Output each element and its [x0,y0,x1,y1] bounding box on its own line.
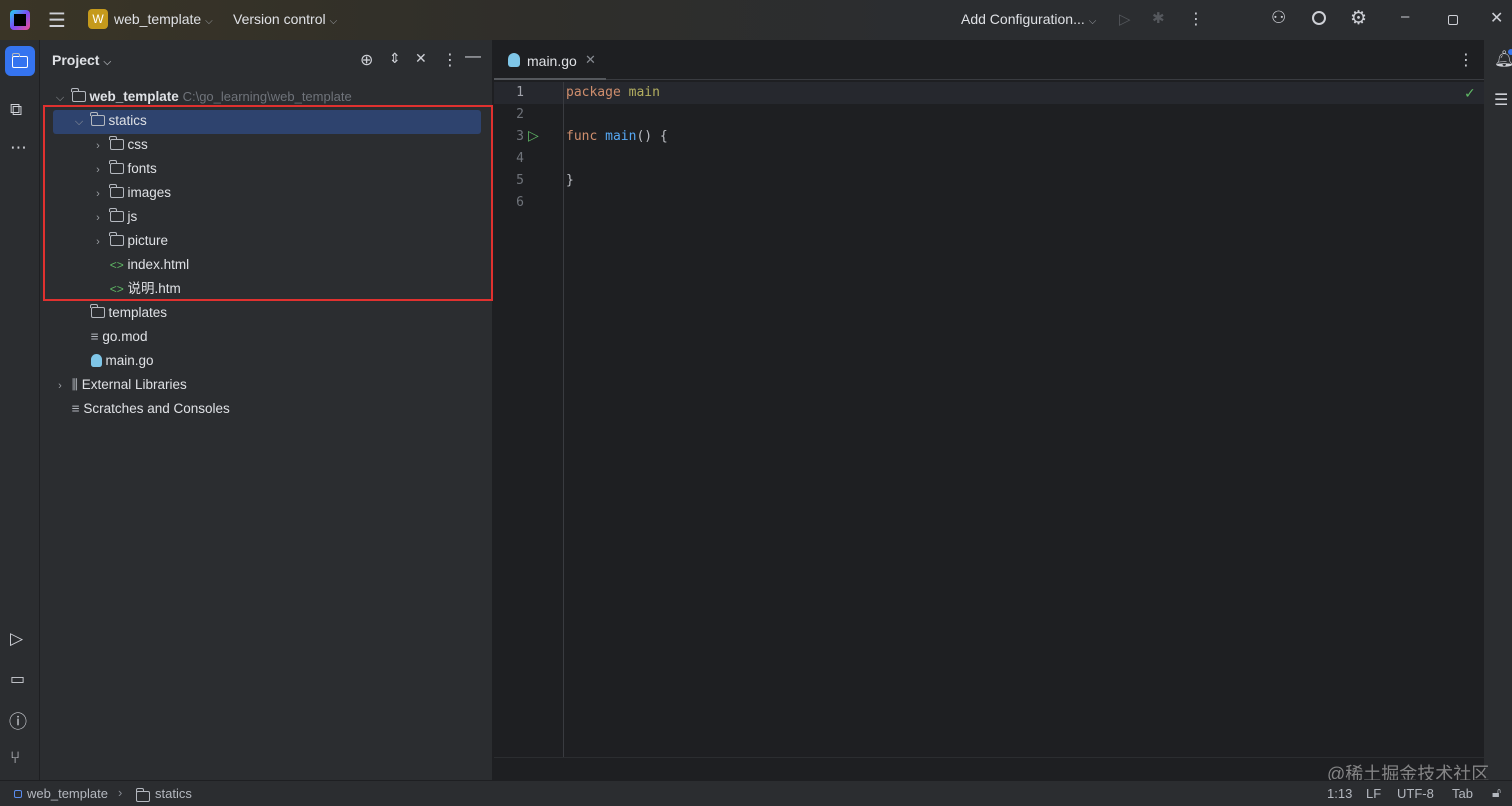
tab-main-go[interactable]: main.go ✕ [494,40,606,80]
line-number: 1 [516,85,524,100]
tool-window-strip-left: ⧉ ⋯ ▷ ▭ ⓘ ⑂ [0,40,40,780]
chevron-down-icon: ⌵ [103,57,112,68]
tree-item[interactable]: main.go [71,349,154,373]
project-tool-button[interactable] [5,46,35,76]
run-config-label: Add Configuration... [961,11,1085,27]
close-icon[interactable]: ✕ [1490,8,1503,28]
code-line-3[interactable]: func main() { [566,129,668,144]
vcs-label: Version control [233,11,326,27]
debug-icon[interactable]: ✱ [1152,9,1165,27]
run-gutter-icon[interactable]: ▷ [528,127,539,144]
version-control-menu[interactable]: Version control ⌵ [233,11,337,27]
database-icon[interactable]: ☰ [1494,90,1508,110]
tree-item-path: C:\go_learning\web_template [182,89,352,104]
line-number: 3 [516,129,524,144]
more-tools-icon[interactable]: ⋯ [10,138,27,158]
project-badge: W [88,9,108,29]
options-icon[interactable]: ⋮ [442,50,458,70]
tree-item-label: go.mod [102,329,148,344]
function-name: main [605,129,637,144]
chevron-down-icon: ⌵ [1088,16,1097,27]
close-tab-icon[interactable]: ✕ [585,52,596,68]
folder-icon [90,304,105,318]
code-line-5[interactable]: } [566,173,574,188]
tree-item-label: External Libraries [81,377,187,392]
services-icon[interactable]: ▷ [10,629,23,649]
tool-window-strip-right: 🔔︎ ☰ [1484,40,1512,780]
search-icon[interactable] [1312,11,1326,25]
status-bar: web_template › statics 1:13 LF UTF-8 Tab… [0,780,1512,806]
breadcrumb-project[interactable]: web_template [27,786,108,801]
unlock-icon[interactable]: 🔓︎ [1492,784,1501,801]
collapse-all-icon[interactable]: ✕ [415,50,427,67]
editor-tabs: main.go ✕ ⋮ [494,40,1484,80]
notification-dot [1508,49,1512,55]
indent-setting[interactable]: Tab [1452,786,1473,801]
tree-item-label: main.go [105,353,154,368]
hide-panel-icon[interactable]: — [465,48,481,66]
line-number: 4 [516,151,524,166]
terminal-icon[interactable]: ▭ [10,669,25,689]
code-line-1[interactable]: package main [566,85,660,100]
caret-position[interactable]: 1:13 [1327,786,1352,801]
run-icon[interactable]: ▷ [1119,10,1131,28]
tab-options-icon[interactable]: ⋮ [1458,50,1474,70]
package-name: main [628,85,660,100]
folder-icon [71,88,86,102]
add-user-icon[interactable]: ⚇ [1271,8,1286,28]
main-menu-icon[interactable]: ☰ [48,8,66,33]
run-configuration-selector[interactable]: Add Configuration... ⌵ [961,11,1096,27]
tree-item[interactable]: templates [71,301,167,325]
title-bar: ☰ W web_template ⌵ Version control ⌵ Add C… [0,0,1512,40]
module-icon [14,790,22,798]
expand-all-icon[interactable]: ⇕ [389,50,401,67]
breadcrumb-folder[interactable]: statics [155,786,192,801]
tree-item[interactable]: › ⫼ External Libraries [52,373,187,397]
breadcrumb-separator-icon: › [118,785,123,800]
line-separator[interactable]: LF [1366,786,1381,801]
folder-icon [11,53,28,68]
annotation-highlight-box [43,105,493,301]
locate-file-icon[interactable]: ⊕ [360,50,373,70]
project-panel: Project ⌵ ⊕ ⇕ ✕ ⋮ — ⌵ web_template C:\go_… [40,40,493,780]
structure-icon[interactable]: ⧉ [10,100,22,120]
line-number: 6 [516,195,524,210]
editor-area: main.go ✕ ⋮ 1 2 3 4 5 6 ▷ package main func m… [494,40,1484,780]
scratches-icon: ≡ [71,401,80,416]
more-icon[interactable]: ⋮ [1188,9,1204,29]
file-encoding[interactable]: UTF-8 [1397,786,1434,801]
go-file-icon [508,53,520,67]
tree-item-label: Scratches and Consoles [83,401,230,416]
tree-item-label: web_template [89,89,179,104]
no-problems-check-icon: ✓ [1464,85,1476,101]
chevron-right-icon[interactable]: › [52,374,68,398]
git-branch-icon[interactable]: ⑂ [10,748,20,768]
problems-icon[interactable]: ⓘ [9,708,27,734]
restore-icon[interactable] [1448,15,1458,25]
chevron-down-icon: ⌵ [329,16,338,27]
code-punctuation: () { [636,129,668,144]
line-number: 5 [516,173,524,188]
text-file-icon: ≡ [90,329,99,344]
line-number: 2 [516,107,524,122]
panel-title: Project [52,52,100,68]
library-icon: ⫼ [71,377,78,392]
keyword: func [566,129,598,144]
folder-icon [135,788,150,802]
goland-logo-icon [10,10,30,30]
tree-item-label: templates [108,305,168,320]
project-selector[interactable]: web_template ⌵ [114,11,213,27]
chevron-down-icon: ⌵ [205,16,213,27]
gutter-divider [563,82,564,757]
settings-gear-icon[interactable]: ⚙ [1350,7,1367,30]
go-file-icon [90,354,102,367]
project-view-selector[interactable]: Project ⌵ [52,52,111,68]
tab-label: main.go [527,53,577,69]
minimize-icon[interactable]: – [1401,8,1409,25]
project-name: web_template [114,11,202,27]
keyword: package [566,85,621,100]
tree-item[interactable]: ≡ go.mod [71,325,148,349]
tree-item[interactable]: ≡ Scratches and Consoles [52,397,230,421]
